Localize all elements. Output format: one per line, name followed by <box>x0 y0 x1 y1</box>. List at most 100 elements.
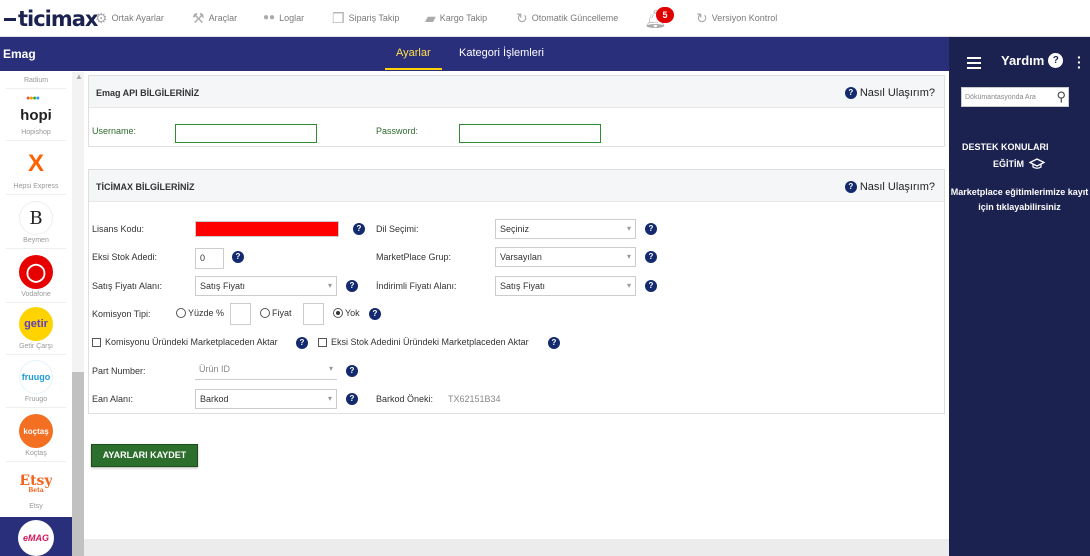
marketplace-item-hepsi-express[interactable]: X Hepsi Express <box>0 147 72 195</box>
help-icon[interactable]: ? <box>645 251 657 263</box>
part-number-select[interactable]: Ürün ID <box>195 360 337 380</box>
question-icon: ? <box>844 87 857 99</box>
marketplace-item-radium[interactable]: Radium <box>0 75 72 89</box>
ean-alani-select[interactable]: Barkod <box>195 389 337 409</box>
indirimli-fiyati-select[interactable]: Satış Fiyatı <box>495 276 636 296</box>
marketplace-grup-label: MarketPlace Grup: <box>376 252 452 262</box>
help-icon[interactable]: ? <box>645 223 657 235</box>
nav-otomatik-guncelleme[interactable]: ↻ Otomatik Güncelleme <box>516 11 618 25</box>
help-icon[interactable]: ? <box>645 280 657 292</box>
eksi-stok-aktar-checkbox[interactable]: Eksi Stok Adedini Üründeki Marketplacede… <box>318 337 529 347</box>
komisyon-aktar-checkbox[interactable]: Komisyonu Üründeki Marketplaceden Aktar <box>92 337 278 347</box>
help-icon[interactable]: ? <box>232 251 244 263</box>
barkod-oneki-value: TX62151B34 <box>448 394 501 404</box>
docs-search-input[interactable]: Dökümantasyonda Ara ⚲ <box>961 87 1069 107</box>
tab-ayarlar[interactable]: Ayarlar <box>385 47 442 70</box>
nav-versiyon-kontrol[interactable]: ↻ Versiyon Kontrol <box>696 11 777 25</box>
help-link[interactable]: ? Nasıl Ulaşırım? <box>844 181 935 193</box>
lisans-kodu-redacted <box>195 221 339 237</box>
username-label: Username: <box>92 126 137 136</box>
nav-araclar[interactable]: ⚒ Araçlar <box>192 10 237 26</box>
support-topics-heading: DESTEK KONULARI <box>962 142 1049 152</box>
log-icon: ●● <box>263 12 276 23</box>
ticimax-info-section: TİCİMAX BİLGİLERİNİZ ? Nasıl Ulaşırım? Li… <box>88 169 945 414</box>
marketplace-item-getir-carsi[interactable]: getir Getir Çarşı <box>0 307 72 355</box>
ticimax-logo[interactable]: ticimax <box>4 7 98 31</box>
koctas-logo: koçtaş <box>19 414 53 448</box>
menu-icon[interactable] <box>967 57 981 72</box>
save-settings-button[interactable]: AYARLARI KAYDET <box>91 444 198 467</box>
api-info-section: Emag API BİLGİLERİNİZ ? Nasıl Ulaşırım? U… <box>88 75 945 147</box>
main-content: Emag API BİLGİLERİNİZ ? Nasıl Ulaşırım? U… <box>84 71 949 556</box>
password-label: Password: <box>376 126 419 136</box>
username-input[interactable] <box>175 124 317 143</box>
komisyon-yok-radio[interactable]: Yok <box>333 308 360 318</box>
marketplace-grup-select[interactable]: Varsayılan <box>495 247 636 267</box>
vodafone-logo: ◯ <box>19 255 53 289</box>
marketplace-item-koctas[interactable]: koçtaş Koçtaş <box>0 414 72 462</box>
beymen-logo: B <box>19 201 53 235</box>
search-icon[interactable]: ⚲ <box>1056 87 1066 107</box>
top-bar: ticimax ⚙ Ortak Ayarlar ⚒ Araçlar ●● Loglar… <box>0 0 1090 37</box>
etsy-logo: Etsy Beta <box>19 467 53 501</box>
sidebar-title: Emag <box>0 37 84 71</box>
indirimli-fiyati-label: İndirimli Fiyatı Alanı: <box>376 281 457 291</box>
lisans-kodu-label: Lisans Kodu: <box>92 224 145 234</box>
nav-siparis-takip[interactable]: ❒ Sipariş Takip <box>332 11 399 25</box>
help-title: Yardım? <box>1001 53 1064 68</box>
settings-tabs: Ayarlar Kategori İşlemleri <box>84 37 949 71</box>
nav-ortak-ayarlar[interactable]: ⚙ Ortak Ayarlar <box>95 10 164 26</box>
satis-fiyati-select[interactable]: Satış Fiyatı <box>195 276 337 296</box>
graduation-cap-icon <box>1029 158 1045 169</box>
tab-kategori-islemleri[interactable]: Kategori İşlemleri <box>459 47 544 59</box>
nav-loglar[interactable]: ●● Loglar <box>263 12 304 24</box>
marketplace-item-vodafone[interactable]: ◯ Vodafone <box>0 255 72 303</box>
training-message-link[interactable]: Marketplace eğitimlerimize kayıt için tı… <box>949 185 1090 215</box>
part-number-label: Part Number: <box>92 366 146 376</box>
active-tab-underline <box>385 68 442 70</box>
help-icon[interactable]: ? <box>369 308 381 320</box>
ean-alani-label: Ean Alanı: <box>92 394 134 404</box>
scrollbar-thumb[interactable] <box>72 372 84 556</box>
scroll-up-arrow-icon[interactable]: ▲ <box>75 72 83 81</box>
eksi-stok-input[interactable]: 0 <box>195 248 224 269</box>
education-link[interactable]: EĞİTİM <box>993 158 1045 170</box>
komisyon-yuzde-input[interactable] <box>230 303 251 325</box>
marketplace-item-fruugo[interactable]: fruugo Fruugo <box>0 360 72 408</box>
help-icon[interactable]: ? <box>548 337 560 349</box>
section-title: TİCİMAX BİLGİLERİNİZ <box>96 182 195 192</box>
satis-fiyati-label: Satış Fiyatı Alanı: <box>92 281 163 291</box>
dil-secimi-select[interactable]: Seçiniz <box>495 219 636 239</box>
fruugo-logo: fruugo <box>19 360 53 394</box>
tools-icon: ⚒ <box>192 10 205 26</box>
help-link[interactable]: ? Nasıl Ulaşırım? <box>844 87 935 99</box>
marketplace-item-etsy[interactable]: Etsy Beta Etsy <box>0 467 72 510</box>
password-input[interactable] <box>459 124 601 143</box>
help-icon[interactable]: ? <box>346 393 358 405</box>
eksi-stok-label: Eksi Stok Adedi: <box>92 252 158 262</box>
help-icon[interactable]: ? <box>296 337 308 349</box>
marketplace-item-hopishop[interactable]: ●●●● hopi Hopishop <box>0 93 72 141</box>
section-title: Emag API BİLGİLERİNİZ <box>96 88 200 98</box>
truck-icon: ▰ <box>425 10 436 26</box>
help-icon[interactable]: ? <box>346 280 358 292</box>
gear-icon: ⚙ <box>95 10 108 26</box>
komisyon-fiyat-input[interactable] <box>303 303 324 325</box>
notification-badge: 5 <box>656 7 674 23</box>
komisyon-fiyat-radio[interactable]: Fiyat <box>260 308 292 318</box>
help-icon[interactable]: ? <box>346 365 358 377</box>
more-options-icon[interactable]: · · · <box>1077 50 1082 74</box>
dil-secimi-label: Dil Seçimi: <box>376 224 419 234</box>
question-icon: ? <box>844 181 857 193</box>
question-icon: ? <box>1048 53 1064 68</box>
emag-logo: eMAG <box>18 520 54 556</box>
help-panel: Yardım? · · · Dökümantasyonda Ara ⚲ DESTEK… <box>949 37 1090 556</box>
sidebar-scrollbar[interactable]: ▲ <box>72 72 84 556</box>
help-icon[interactable]: ? <box>353 223 365 235</box>
marketplace-item-emag-selected[interactable]: eMAG <box>0 517 72 556</box>
hopi-logo: ●●●● hopi <box>19 93 53 127</box>
nav-kargo-takip[interactable]: ▰ Kargo Takip <box>425 10 487 26</box>
marketplace-item-beymen[interactable]: B Beymen <box>0 201 72 249</box>
komisyon-tipi-label: Komisyon Tipi: <box>92 309 151 319</box>
komisyon-yuzde-radio[interactable]: Yüzde % <box>176 308 224 318</box>
